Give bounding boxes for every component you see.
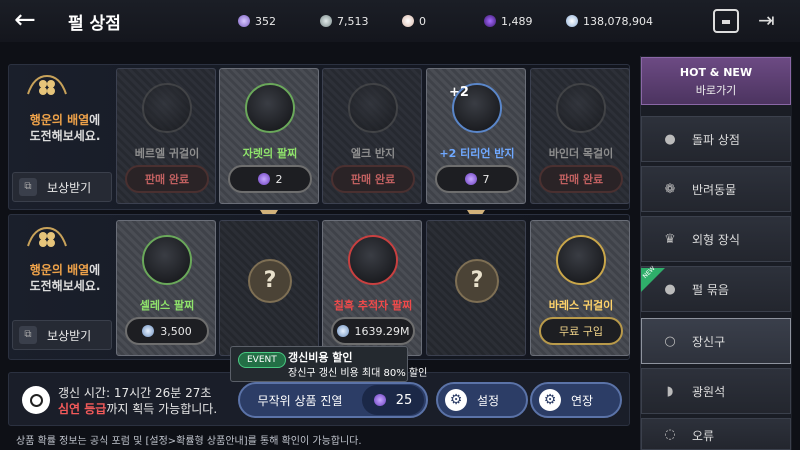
grade-note: 심연 등급까지 획득 가능합니다.	[58, 402, 218, 416]
mystery-card: ?	[219, 220, 319, 356]
question-mark-icon: ?	[455, 259, 499, 303]
sidebar-item-ore[interactable]: ◗ 광원석	[641, 368, 791, 414]
gem-icon	[373, 394, 386, 406]
event-title: 갱신비용 할인	[288, 351, 353, 364]
necklace-icon	[556, 83, 606, 133]
refresh-timer: 갱신 시간: 17시간 26분 27초	[58, 386, 212, 400]
event-description: 장신구 갱신 비용 최대 80% 할인	[288, 368, 428, 379]
back-arrow-icon[interactable]: ←	[14, 7, 44, 34]
currency-money: 138,078,904	[566, 12, 653, 30]
currency-pearl: 0	[402, 12, 426, 30]
sidebar-item-costume[interactable]: ♛ 외형 장식	[641, 216, 791, 262]
extend-button[interactable]: ⚙ 연장	[530, 382, 622, 418]
item-card[interactable]: 칠흑 추적자 팔찌 1639.29M	[322, 220, 422, 356]
sold-out-button: 판매 완료	[331, 165, 415, 193]
breakthrough-icon: ●	[664, 131, 676, 147]
currency-silver: 7,513	[320, 12, 369, 30]
paw-icon: ❁	[664, 181, 676, 197]
free-buy-button[interactable]: 무료 구입	[539, 317, 623, 345]
claim-reward-button-1[interactable]: ⧉ 보상받기	[12, 172, 112, 202]
hot-new-banner[interactable]: HOT & NEW 바로가기	[641, 57, 791, 105]
sold-out-button: 판매 완료	[125, 165, 209, 193]
probability-notice: 상품 확률 정보는 공식 포럼 및 [설정>확률형 상품안내]를 통해 확인이 …	[16, 436, 362, 447]
gear-icon: ⚙	[539, 389, 561, 411]
enhance-badge: +2	[449, 85, 469, 100]
gem-icon	[464, 173, 477, 185]
item-card[interactable]: 바레스 귀걸이 무료 구입	[530, 220, 630, 356]
item-card[interactable]: 바인더 목걸이 판매 완료	[530, 68, 630, 204]
question-mark-icon: ?	[248, 259, 292, 303]
sidebar-item-accessory[interactable]: ○ 장신구	[641, 318, 791, 364]
item-card[interactable]: 자렛의 팔찌 2	[219, 68, 319, 204]
costume-icon: ♛	[664, 231, 676, 247]
mystery-card: ?	[426, 220, 526, 356]
new-badge: NEW	[641, 265, 665, 292]
bracelet-icon	[142, 235, 192, 285]
event-tag: EVENT	[238, 352, 286, 368]
sold-out-button: 판매 완료	[539, 165, 623, 193]
inventory-box-icon[interactable]	[713, 9, 739, 33]
settings-button[interactable]: ⚙ 설정	[436, 382, 528, 418]
item-card[interactable]: +2 +2 티리언 반지 7	[426, 68, 526, 204]
gear-icon: ⚙	[445, 389, 467, 411]
sidebar-item-breakthrough[interactable]: ● 돌파 상점	[641, 116, 791, 162]
refresh-cost: 25	[362, 385, 424, 415]
currency-crystal: 352	[238, 12, 276, 30]
currency-gem: 1,489	[484, 12, 533, 30]
silver-coin-icon	[320, 15, 332, 27]
silver-coin-icon	[336, 325, 349, 337]
exit-icon[interactable]: ⇥	[758, 8, 782, 34]
purple-crystal-icon	[238, 15, 250, 27]
claim-reward-button-2[interactable]: ⧉ 보상받기	[12, 320, 112, 350]
gem-icon	[257, 173, 270, 185]
pearl-icon	[402, 15, 414, 27]
sidebar-item-pets[interactable]: ❁ 반려동물	[641, 166, 791, 212]
buy-button[interactable]: 1639.29M	[331, 317, 415, 345]
ore-icon: ◗	[666, 383, 674, 399]
random-display-button[interactable]: 무작위 상품 진열 25	[238, 382, 428, 418]
bracelet-icon	[245, 83, 295, 133]
buy-button[interactable]: 7	[435, 165, 519, 193]
item-card[interactable]: 엘크 반지 판매 완료	[322, 68, 422, 204]
ring-icon	[348, 83, 398, 133]
silver-money-icon	[566, 15, 578, 27]
sidebar-item-misc[interactable]: ◌ 오류	[641, 418, 791, 450]
earring-icon	[142, 83, 192, 133]
item-card[interactable]: 셀레스 팔찌 3,500	[116, 220, 216, 356]
promo-text-1: 행운의 배열에 도전해보세요.	[29, 113, 101, 143]
search-icon[interactable]	[22, 386, 50, 414]
promo-text-2: 행운의 배열에 도전해보세요.	[29, 263, 101, 293]
reward-icon: ⧉	[19, 326, 37, 344]
reward-icon: ⧉	[19, 178, 37, 196]
clover-emblem-icon	[27, 74, 67, 95]
silver-coin-icon	[142, 325, 155, 337]
item-card[interactable]: 베르엘 귀걸이 판매 완료	[116, 68, 216, 204]
misc-icon: ◌	[664, 427, 676, 442]
earring-icon	[556, 235, 606, 285]
dark-purple-gem-icon	[484, 15, 496, 27]
buy-button[interactable]: 2	[228, 165, 312, 193]
bracelet-icon	[348, 235, 398, 285]
accessory-icon: ○	[664, 333, 676, 349]
buy-button[interactable]: 3,500	[125, 317, 209, 345]
clover-emblem-icon	[27, 226, 67, 247]
page-title: 펄 상점	[68, 14, 121, 34]
